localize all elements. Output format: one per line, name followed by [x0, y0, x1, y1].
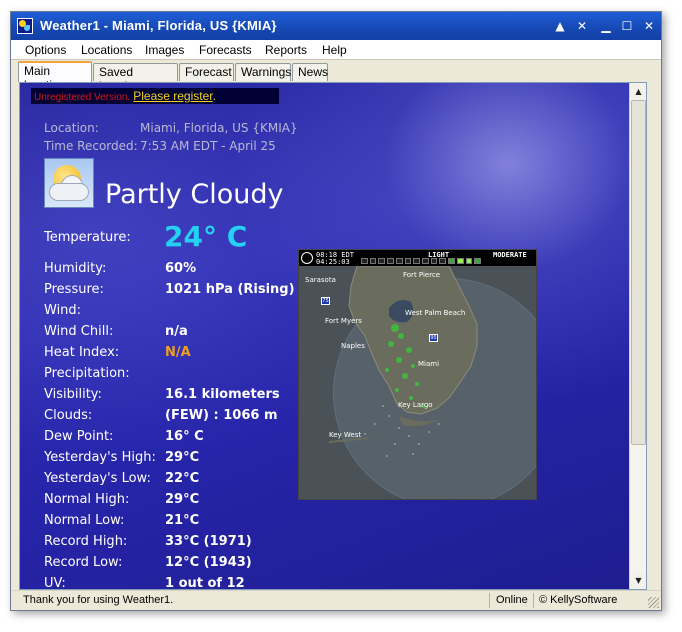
detail-label: UV:: [44, 576, 66, 590]
detail-label: Heat Index:: [44, 345, 120, 360]
condition-text: Partly Cloudy: [105, 179, 284, 210]
city-miami: Miami: [418, 360, 440, 368]
register-dot: .: [212, 89, 216, 103]
registration-banner: Unregistered Version. Please register.: [31, 88, 279, 104]
detail-label: Yesterday's Low:: [44, 471, 151, 486]
partly-cloudy-icon: [44, 158, 94, 208]
scroll-up-icon[interactable]: ▲: [631, 84, 646, 99]
time-recorded-label: Time Recorded:: [44, 139, 138, 153]
tab-strip: Main location Saved locations Forecast W…: [11, 60, 661, 93]
detail-label: Record Low:: [44, 555, 123, 570]
menu-bar: Options Locations Images Forecasts Repor…: [11, 40, 661, 60]
window-title: Weather1 - Miami, Florida, US {KMIA}: [40, 18, 277, 33]
menu-options[interactable]: Options: [25, 43, 66, 57]
register-link[interactable]: Please register: [133, 89, 212, 103]
city-west-palm-beach: West Palm Beach: [405, 309, 466, 317]
tab-saved-locations[interactable]: Saved locations: [93, 63, 178, 93]
radar-scale-moderate: MODERATE: [493, 251, 527, 259]
detail-label: Normal High:: [44, 492, 130, 507]
interstate-75-icon: 75: [321, 297, 330, 305]
detail-value: (FEW) : 1066 m: [165, 408, 278, 423]
copyright-text: © KellySoftware: [539, 594, 618, 606]
temperature-value: 24° C: [164, 220, 248, 253]
detail-value: 29°C: [165, 492, 200, 507]
status-message: Thank you for using Weather1.: [23, 594, 174, 606]
city-naples: Naples: [341, 342, 365, 350]
vertical-scrollbar[interactable]: ▲ ▼: [629, 83, 646, 589]
weather-app-icon[interactable]: [17, 18, 33, 34]
close-button[interactable]: ✕: [638, 17, 660, 35]
detail-label: Record High:: [44, 534, 128, 549]
city-fort-myers: Fort Myers: [325, 317, 362, 325]
detail-label: Yesterday's High:: [44, 450, 156, 465]
detail-label: Clouds:: [44, 408, 93, 423]
city-key-west: Key West: [329, 431, 362, 439]
florida-map-icon: [328, 266, 478, 457]
detail-value: 16.1 kilometers: [165, 387, 280, 402]
menu-locations[interactable]: Locations: [81, 43, 132, 57]
detail-value: 29°C: [165, 450, 200, 465]
tab-forecast[interactable]: Forecast: [179, 63, 234, 81]
radar-header: 08:18 EDT 04:25:03 LIGHT MODERATE: [299, 250, 536, 266]
menu-help[interactable]: Help: [322, 43, 347, 57]
detail-value: 22°C: [165, 471, 200, 486]
temperature-label: Temperature:: [44, 230, 131, 245]
tab-main-location[interactable]: Main location: [18, 61, 92, 92]
location-value: Miami, Florida, US {KMIA}: [140, 121, 298, 135]
radar-intensity-scale: [361, 258, 482, 265]
status-bar: Thank you for using Weather1. Online © K…: [11, 590, 661, 610]
city-sarasota: Sarasota: [305, 276, 336, 284]
unregistered-notice: Unregistered Version.: [34, 92, 131, 103]
detail-value: 33°C (1971): [165, 534, 252, 549]
detail-label: Dew Point:: [44, 429, 114, 444]
detail-value: N/A: [165, 345, 191, 360]
detail-label: Humidity:: [44, 261, 107, 276]
radar-time-secondary: 04:25:03: [316, 258, 350, 266]
resize-grip-icon[interactable]: [648, 597, 659, 608]
detail-label: Precipitation:: [44, 366, 130, 381]
menu-reports[interactable]: Reports: [265, 43, 307, 57]
detail-value: 21°C: [165, 513, 200, 528]
radar-map: Fort Pierce Sarasota West Palm Beach For…: [299, 266, 536, 499]
close-small-icon[interactable]: ✕: [571, 17, 593, 35]
connection-status: Online: [496, 594, 528, 606]
interstate-95-icon: 95: [429, 334, 438, 342]
detail-label: Wind Chill:: [44, 324, 114, 339]
detail-label: Wind:: [44, 303, 82, 318]
tab-news[interactable]: News: [292, 63, 328, 81]
city-key-largo: Key Largo: [398, 401, 433, 409]
detail-value: 1021 hPa (Rising): [165, 282, 295, 297]
time-recorded-value: 7:53 AM EDT - April 25: [140, 139, 276, 153]
menu-forecasts[interactable]: Forecasts: [199, 43, 252, 57]
help-up-icon[interactable]: ▲: [549, 17, 571, 35]
detail-value: 16° C: [165, 429, 204, 444]
app-window: Weather1 - Miami, Florida, US {KMIA} ▲ ✕…: [10, 11, 662, 611]
title-bar[interactable]: Weather1 - Miami, Florida, US {KMIA} ▲ ✕…: [11, 12, 661, 40]
detail-value: 60%: [165, 261, 197, 276]
tab-warnings[interactable]: Warnings: [235, 63, 291, 81]
scroll-down-icon[interactable]: ▼: [631, 573, 646, 588]
detail-label: Visibility:: [44, 387, 102, 402]
maximize-button[interactable]: ☐: [616, 17, 638, 35]
location-label: Location:: [44, 121, 99, 135]
detail-value: 12°C (1943): [165, 555, 252, 570]
detail-label: Normal Low:: [44, 513, 125, 528]
radar-image[interactable]: 08:18 EDT 04:25:03 LIGHT MODERATE Fort P…: [298, 249, 537, 500]
detail-label: Pressure:: [44, 282, 104, 297]
city-fort-pierce: Fort Pierce: [403, 271, 441, 279]
weather-panel: Unregistered Version. Please register. L…: [19, 82, 647, 590]
menu-images[interactable]: Images: [145, 43, 184, 57]
minimize-button[interactable]: ▁: [595, 17, 617, 35]
detail-value: 1 out of 12: [165, 576, 245, 590]
scroll-thumb[interactable]: [631, 100, 646, 445]
detail-value: n/a: [165, 324, 188, 339]
clock-icon: [301, 252, 313, 264]
